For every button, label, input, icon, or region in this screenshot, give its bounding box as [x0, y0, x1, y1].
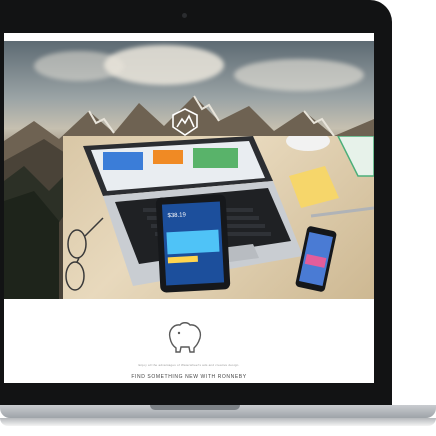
mountain-emblem-icon[interactable]	[170, 107, 200, 137]
eyeglasses	[65, 217, 104, 291]
notebook	[337, 136, 374, 177]
laptop-screen: $38.19 Enjoy all the advantages of Water…	[4, 33, 374, 383]
tablet: $38.19	[155, 194, 231, 293]
tagline-text: Enjoy all the advantages of Waterwheel's…	[138, 363, 240, 367]
laptop-base-notch	[150, 405, 240, 410]
bear-outline-icon[interactable]	[164, 318, 206, 354]
footer-link[interactable]: FIND SOMETHING NEW WITH RONNEBY	[4, 374, 374, 380]
coffee-cup	[286, 136, 330, 151]
devices-photo: $38.19	[63, 136, 374, 299]
tablet-price: $38.19	[167, 212, 186, 219]
devices-illustration: $38.19	[65, 136, 374, 293]
smartphone	[295, 226, 337, 292]
pen	[310, 206, 374, 218]
sticky-note	[289, 166, 339, 208]
laptop-base-shadow	[0, 418, 436, 426]
camera-dot	[182, 13, 187, 18]
laptop-bezel: $38.19 Enjoy all the advantages of Water…	[0, 0, 392, 405]
